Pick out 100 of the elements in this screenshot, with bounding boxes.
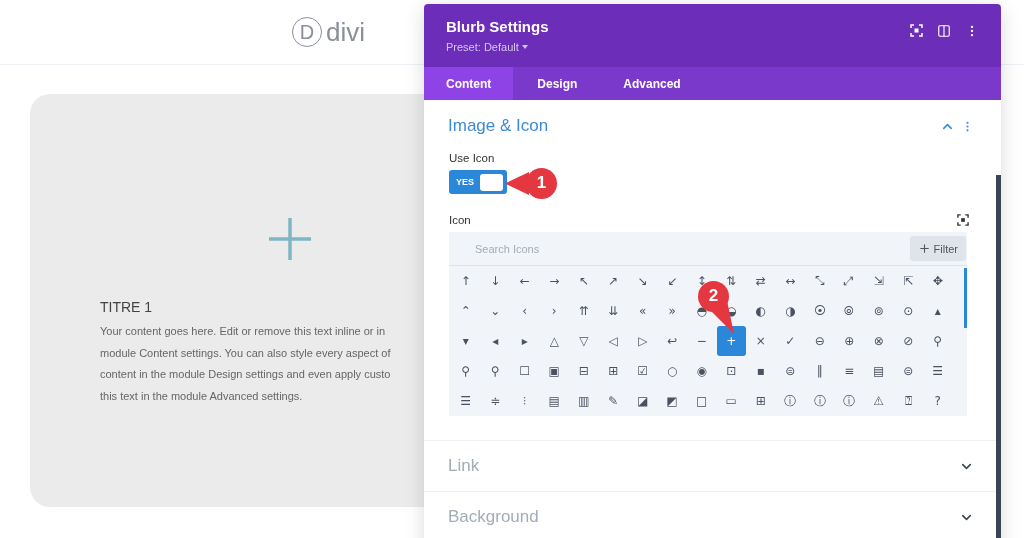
icon-option[interactable]: ⇱ (893, 266, 923, 296)
icon-option[interactable]: ▾ (451, 326, 481, 356)
icon-option[interactable]: ◩ (657, 386, 687, 416)
icon-option[interactable]: ⫶ (510, 386, 540, 416)
icon-option[interactable]: ☐ (510, 356, 540, 386)
icon-option[interactable]: ⊘ (893, 326, 923, 356)
icon-option[interactable]: ↔ (775, 266, 805, 296)
icon-option[interactable]: ▭ (716, 386, 746, 416)
icon-option[interactable]: ▪ (746, 356, 776, 386)
icon-option[interactable]: ▤ (864, 356, 894, 386)
icon-option[interactable]: ◐ (746, 296, 776, 326)
icon-option[interactable]: ⤡ (805, 266, 835, 296)
card-title: TITRE 1 (100, 299, 153, 315)
icon-option[interactable]: □ (687, 386, 717, 416)
icon-option[interactable]: ↗ (598, 266, 628, 296)
icon-option[interactable]: ◑ (775, 296, 805, 326)
section-title: Link (448, 456, 480, 476)
icon-option[interactable]: ⚲ (923, 326, 953, 356)
icon-option[interactable]: ⌄ (480, 296, 510, 326)
icon-option[interactable]: ✓ (775, 326, 805, 356)
icon-option[interactable]: ▥ (569, 386, 599, 416)
icon-option[interactable]: ⚲ (451, 356, 481, 386)
icon-option[interactable]: ◉ (687, 356, 717, 386)
icon-option[interactable]: ◂ (480, 326, 510, 356)
icon-option[interactable]: ≑ (480, 386, 510, 416)
toggle-switch[interactable]: YES (449, 170, 507, 194)
icon-option[interactable]: ⓘ (805, 386, 835, 416)
icon-option[interactable]: ⇄ (746, 266, 776, 296)
icon-option[interactable]: ↖ (569, 266, 599, 296)
tab[interactable]: Content (424, 67, 514, 100)
preset-dropdown[interactable]: Preset: Default (446, 41, 549, 53)
section-title: Image & Icon (448, 116, 549, 136)
icon-option[interactable]: → (539, 266, 569, 296)
field-label: Icon (449, 214, 471, 226)
icon-option[interactable]: + (716, 326, 746, 356)
icon-option[interactable]: ⇊ (598, 296, 628, 326)
icon-option[interactable]: ← (510, 266, 540, 296)
icon-option[interactable]: ⇲ (864, 266, 894, 296)
icon-option[interactable]: ⊙ (893, 296, 923, 326)
caret-icon (521, 45, 528, 49)
tab[interactable]: Advanced (601, 67, 703, 100)
icon-option[interactable]: ⊟ (569, 356, 599, 386)
plus-icon (267, 216, 313, 262)
step-tooltip: 1 (505, 168, 557, 199)
icon-option[interactable]: ⊞ (746, 386, 776, 416)
icon-option[interactable]: ↑ (451, 266, 481, 296)
fullscreen-icon[interactable] (957, 214, 969, 226)
icon-option[interactable]: ✥ (923, 266, 953, 296)
icon-option[interactable]: ☰ (923, 356, 953, 386)
icon-option[interactable]: ▷ (628, 326, 658, 356)
icon-option[interactable]: ⦿ (805, 296, 835, 326)
icon-option[interactable]: ↩ (657, 326, 687, 356)
icon-option[interactable]: ○ (657, 356, 687, 386)
icon-option[interactable]: ☑ (628, 356, 658, 386)
icon-option[interactable]: ⊡ (716, 356, 746, 386)
icon-option[interactable]: ⍰ (893, 386, 923, 416)
filter-button[interactable]: Filter (909, 236, 966, 261)
icon-option[interactable]: ◪ (628, 386, 658, 416)
icon-option[interactable]: × (746, 326, 776, 356)
icon-option[interactable]: ⓘ (775, 386, 805, 416)
icon-option[interactable]: « (628, 296, 658, 326)
icon-option[interactable]: ⇈ (569, 296, 599, 326)
icon-option[interactable]: ⊜ (893, 356, 923, 386)
section-header[interactable]: Image & Icon (424, 100, 996, 152)
icon-option[interactable]: ▸ (510, 326, 540, 356)
icon-option[interactable]: ⊗ (864, 326, 894, 356)
icon-option[interactable]: ⊚ (864, 296, 894, 326)
icon-option[interactable]: ? (923, 386, 953, 416)
icon-option[interactable]: ⤢ (834, 266, 864, 296)
icon-option[interactable]: ↓ (480, 266, 510, 296)
icon-option[interactable]: ↘ (628, 266, 658, 296)
icon-option[interactable]: ▣ (539, 356, 569, 386)
icon-option[interactable]: ◁ (598, 326, 628, 356)
icon-option[interactable]: − (687, 326, 717, 356)
icon-option[interactable]: ↙ (657, 266, 687, 296)
icon-option[interactable]: » (657, 296, 687, 326)
icon-option[interactable]: ‹ (510, 296, 540, 326)
logo-text: divi (326, 16, 365, 48)
icon-option[interactable]: ☰ (451, 386, 481, 416)
search-field[interactable]: Search Icons (473, 241, 777, 256)
icon-option[interactable]: ⓘ (834, 386, 864, 416)
icon-option[interactable]: ⚠ (864, 386, 894, 416)
plus-icon (917, 242, 931, 255)
icon-option[interactable]: ≡ (834, 356, 864, 386)
icon-option[interactable]: ⊜ (775, 356, 805, 386)
icon-option[interactable]: ⚲ (480, 356, 510, 386)
icon-option[interactable]: ▽ (569, 326, 599, 356)
icon-option[interactable]: ✎ (598, 386, 628, 416)
icon-option[interactable]: ⊞ (598, 356, 628, 386)
icon-option[interactable]: ⊖ (805, 326, 835, 356)
icon-option[interactable]: △ (539, 326, 569, 356)
icon-option[interactable]: ⌃ (451, 296, 481, 326)
icon-option[interactable]: ⊕ (834, 326, 864, 356)
tab[interactable]: Design (513, 67, 602, 100)
icon-option[interactable]: › (539, 296, 569, 326)
icon-option[interactable]: ▴ (923, 296, 953, 326)
icon-option[interactable]: ▤ (539, 386, 569, 416)
icon-option[interactable]: ⦾ (834, 296, 864, 326)
layout-icon[interactable] (937, 24, 951, 38)
icon-option[interactable]: ‖ (805, 356, 835, 386)
